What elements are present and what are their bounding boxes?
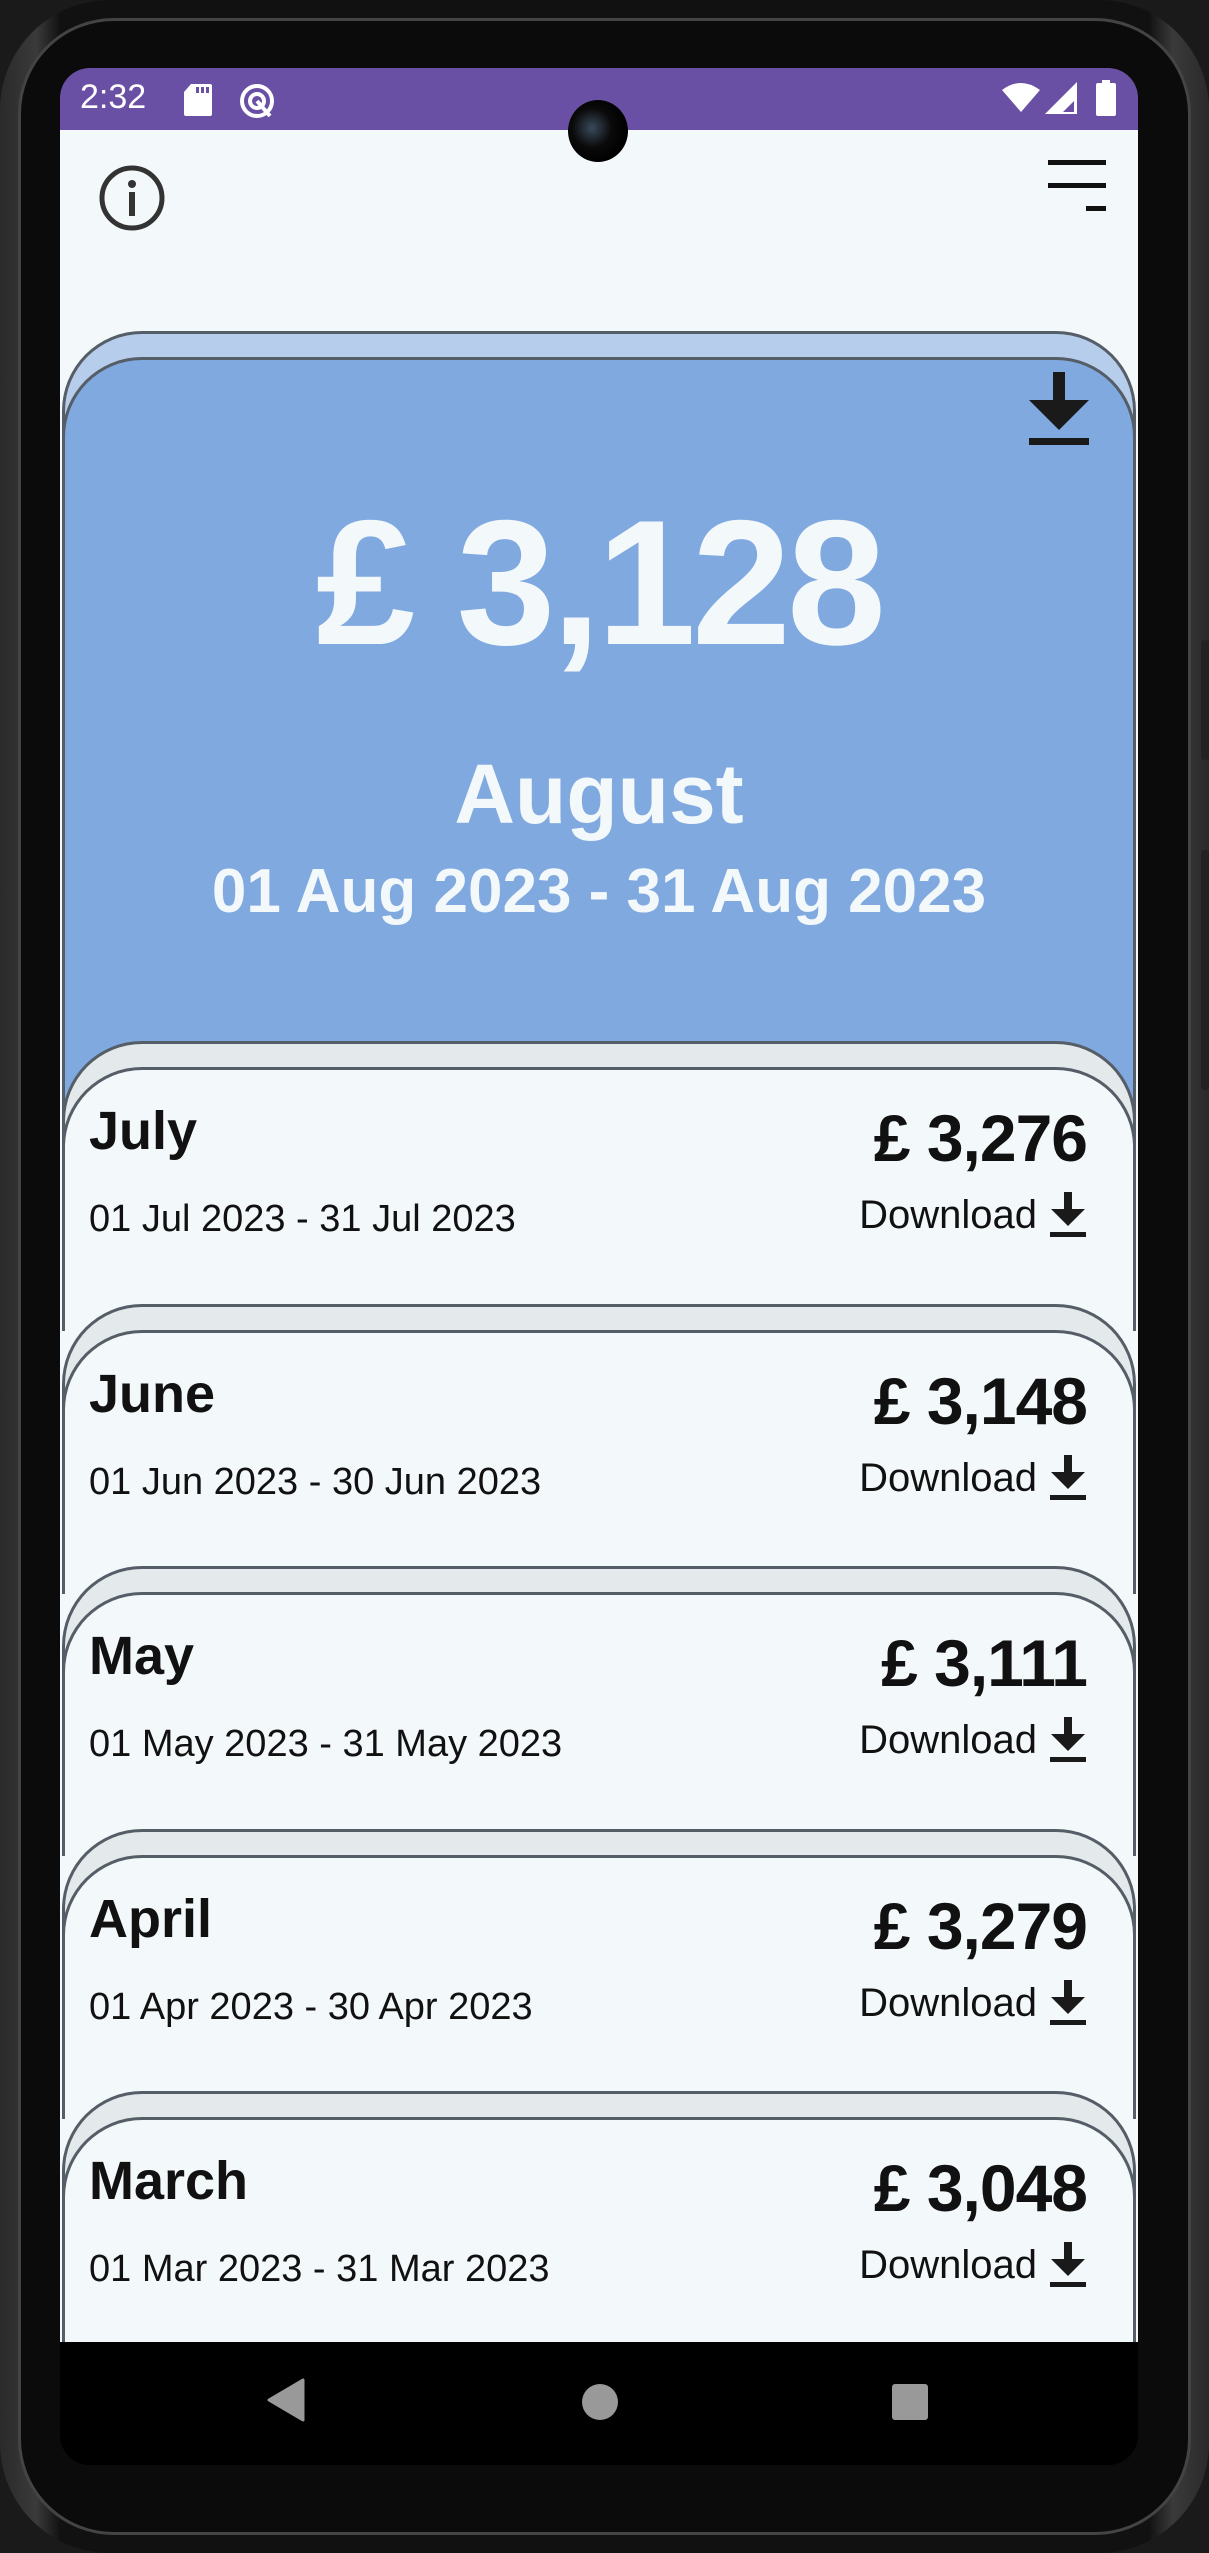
period-amount: £ 3,111 <box>881 1626 1088 1700</box>
recents-button[interactable] <box>890 2382 930 2427</box>
download-label: Download <box>859 1717 1037 1762</box>
back-icon <box>267 2378 305 2422</box>
menu-button[interactable] <box>1040 156 1110 225</box>
phone-volume-button <box>1201 850 1209 1090</box>
info-icon <box>99 165 165 231</box>
period-card-face: May 01 May 2023 - 31 May 2023 £ 3,111 Downl… <box>62 1592 1136 1856</box>
period-range: 01 Jun 2023 - 30 Jun 2023 <box>89 1461 542 1503</box>
download-icon <box>1029 372 1089 445</box>
period-download-button[interactable]: Download <box>859 1717 1087 1763</box>
period-card[interactable]: April 01 Apr 2023 - 30 Apr 2023 £ 3,279 Dow… <box>60 1829 1138 2119</box>
current-period-range: 01 Aug 2023 - 31 Aug 2023 <box>211 857 987 926</box>
period-card[interactable]: July 01 Jul 2023 - 31 Jul 2023 £ 3,276 Down… <box>60 1041 1138 1331</box>
period-amount: £ 3,148 <box>873 1364 1088 1438</box>
home-icon <box>582 2384 618 2420</box>
home-button[interactable] <box>580 2382 620 2427</box>
period-download-button[interactable]: Download <box>859 1980 1087 2026</box>
period-card-face: June 01 Jun 2023 - 30 Jun 2023 £ 3,148 Down… <box>62 1330 1136 1594</box>
download-label: Download <box>859 1980 1037 2025</box>
period-card[interactable]: June 01 Jun 2023 - 30 Jun 2023 £ 3,148 Down… <box>60 1304 1138 1594</box>
download-icon <box>1050 1717 1086 1762</box>
sd-card-icon <box>184 84 212 121</box>
period-month: April <box>89 1889 213 1949</box>
cell-signal-icon <box>1045 82 1077 119</box>
period-amount: £ 3,279 <box>873 1889 1088 1963</box>
current-period-card[interactable]: £ 3,128 August 01 Aug 2023 - 31 Aug 2023 <box>60 331 1138 1157</box>
period-card-face: April 01 Apr 2023 - 30 Apr 2023 £ 3,279 Dow… <box>62 1855 1136 2119</box>
period-card[interactable]: March 01 Mar 2023 - 31 Mar 2023 £ 3,048 Dow… <box>60 2091 1138 2342</box>
period-download-button[interactable]: Download <box>859 2242 1087 2288</box>
period-amount: £ 3,048 <box>873 2151 1088 2225</box>
current-period-month: August <box>454 747 744 841</box>
period-range: 01 May 2023 - 31 May 2023 <box>89 1723 563 1765</box>
period-download-button[interactable]: Download <box>859 1192 1087 1238</box>
period-amount: £ 3,276 <box>873 1101 1088 1175</box>
screen: 2:32 £ 3,128 August 01 Aug 2023 - 31 Aug… <box>60 68 1138 2465</box>
recents-icon <box>892 2384 928 2420</box>
data-saver-icon <box>238 82 276 125</box>
period-month: June <box>89 1364 216 1424</box>
menu-icon <box>1048 160 1106 211</box>
phone-frame: 2:32 £ 3,128 August 01 Aug 2023 - 31 Aug… <box>0 0 1209 2553</box>
download-icon <box>1050 1980 1086 2025</box>
period-card[interactable]: May 01 May 2023 - 31 May 2023 £ 3,111 Downl… <box>60 1566 1138 1856</box>
phone-side-button <box>1201 640 1209 760</box>
info-button[interactable] <box>98 164 166 237</box>
download-label: Download <box>859 1192 1037 1237</box>
status-time: 2:32 <box>80 78 147 116</box>
period-download-button[interactable]: Download <box>859 1455 1087 1501</box>
current-period-amount: £ 3,128 <box>316 483 886 682</box>
period-month: May <box>89 1626 195 1686</box>
period-card-face: March 01 Mar 2023 - 31 Mar 2023 £ 3,048 Dow… <box>62 2117 1136 2342</box>
app-content: £ 3,128 August 01 Aug 2023 - 31 Aug 2023… <box>60 130 1138 2342</box>
period-range: 01 Apr 2023 - 30 Apr 2023 <box>89 1986 533 2028</box>
period-card-face: July 01 Jul 2023 - 31 Jul 2023 £ 3,276 Down… <box>62 1067 1136 1331</box>
navigation-bar <box>60 2342 1138 2465</box>
front-camera <box>568 100 628 162</box>
download-label: Download <box>859 2242 1037 2287</box>
download-icon <box>1050 1192 1086 1237</box>
period-range: 01 Mar 2023 - 31 Mar 2023 <box>89 2248 550 2290</box>
wifi-icon <box>1002 82 1040 117</box>
current-period-card-face: £ 3,128 August 01 Aug 2023 - 31 Aug 2023 <box>62 357 1136 1157</box>
period-range: 01 Jul 2023 - 31 Jul 2023 <box>89 1198 516 1240</box>
back-button[interactable] <box>265 2378 305 2427</box>
download-label: Download <box>859 1455 1037 1500</box>
current-period-download-button[interactable] <box>1027 372 1091 451</box>
battery-icon <box>1096 80 1116 121</box>
period-month: July <box>89 1101 198 1161</box>
download-icon <box>1050 1455 1086 1500</box>
period-month: March <box>89 2151 249 2211</box>
download-icon <box>1050 2242 1086 2287</box>
